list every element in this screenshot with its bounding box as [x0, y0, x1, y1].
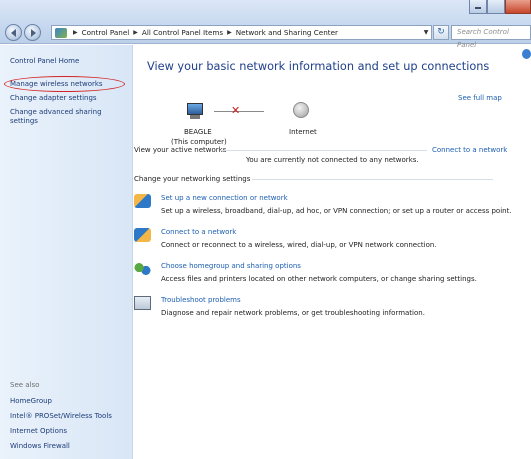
divider — [252, 179, 493, 180]
not-connected-status: You are currently not connected to any n… — [246, 156, 419, 164]
internet-label: Internet — [289, 128, 317, 136]
refresh-button[interactable]: ↻ — [433, 25, 449, 40]
internet-options-link[interactable]: Internet Options — [10, 427, 67, 436]
chevron-right-icon: ▶ — [133, 29, 138, 36]
change-advanced-sharing-link[interactable]: Change advanced sharing settings — [10, 108, 125, 126]
help-icon[interactable] — [522, 49, 531, 59]
control-panel-home-link[interactable]: Control Panel Home — [10, 57, 79, 66]
computer-icon — [185, 103, 205, 120]
breadcrumb-control-panel[interactable]: Control Panel — [82, 28, 130, 37]
troubleshoot-desc: Diagnose and repair network problems, or… — [161, 309, 425, 317]
connect-network-link[interactable]: Connect to a network — [161, 228, 437, 237]
internet-globe-icon — [293, 102, 309, 118]
window-chrome: ▶ Control Panel ▶ All Control Panel Item… — [0, 0, 531, 49]
maximize-button[interactable] — [487, 0, 505, 14]
homegroup-options-desc: Access files and printers located on oth… — [161, 275, 477, 283]
chevron-right-icon: ▶ — [227, 29, 232, 36]
address-bar[interactable]: ▶ Control Panel ▶ All Control Panel Item… — [51, 25, 432, 40]
new-connection-icon — [134, 194, 151, 208]
minimize-button[interactable] — [469, 0, 487, 14]
window-buttons — [469, 0, 531, 15]
task-setup-connection: Set up a new connection or network Set u… — [134, 194, 512, 216]
divider — [220, 150, 427, 151]
connect-network-icon — [134, 228, 151, 242]
refresh-icon: ↻ — [437, 27, 445, 37]
back-button[interactable] — [5, 24, 22, 41]
see-full-map-link[interactable]: See full map — [458, 94, 502, 102]
see-also-label: See also — [10, 381, 40, 389]
disconnected-x-icon: ✕ — [231, 104, 241, 117]
homegroup-options-link[interactable]: Choose homegroup and sharing options — [161, 262, 477, 271]
page-title: View your basic network information and … — [147, 60, 490, 73]
homegroup-icon — [134, 262, 151, 276]
main-pane: View your basic network information and … — [134, 45, 531, 459]
forward-button[interactable] — [24, 24, 41, 41]
chevron-down-icon[interactable]: ▼ — [421, 29, 431, 36]
minimize-icon — [475, 7, 481, 9]
setup-connection-desc: Set up a wireless, broadband, dial-up, a… — [161, 207, 512, 215]
computer-sublabel: (This computer) — [171, 138, 227, 146]
homegroup-link[interactable]: HomeGroup — [10, 397, 52, 406]
setup-connection-link[interactable]: Set up a new connection or network — [161, 194, 512, 203]
troubleshoot-link[interactable]: Troubleshoot problems — [161, 296, 425, 305]
task-connect-network: Connect to a network Connect or reconnec… — [134, 228, 437, 250]
control-panel-icon — [55, 27, 67, 38]
task-troubleshoot: Troubleshoot problems Diagnose and repai… — [134, 296, 425, 318]
connect-to-network-link[interactable]: Connect to a network — [432, 146, 507, 154]
breadcrumb-all-items[interactable]: All Control Panel Items — [142, 28, 223, 37]
windows-firewall-link[interactable]: Windows Firewall — [10, 442, 70, 451]
breadcrumb-network-center[interactable]: Network and Sharing Center — [236, 28, 338, 37]
change-adapter-link[interactable]: Change adapter settings — [10, 94, 97, 103]
close-button[interactable] — [505, 0, 531, 14]
computer-name: BEAGLE — [184, 128, 212, 136]
search-input[interactable]: Search Control Panel — [451, 25, 531, 49]
change-settings-label: Change your networking settings — [134, 175, 251, 183]
chevron-right-icon: ▶ — [73, 29, 78, 36]
troubleshoot-icon — [134, 296, 151, 310]
left-pane: Control Panel Home Manage wireless netwo… — [0, 45, 133, 459]
task-homegroup: Choose homegroup and sharing options Acc… — [134, 262, 477, 284]
active-networks-label: View your active networks — [134, 146, 227, 154]
connect-network-desc: Connect or reconnect to a wireless, wire… — [161, 241, 437, 249]
intel-proset-link[interactable]: Intel® PROSet/Wireless Tools — [10, 412, 112, 421]
manage-wireless-link[interactable]: Manage wireless networks — [10, 80, 103, 89]
